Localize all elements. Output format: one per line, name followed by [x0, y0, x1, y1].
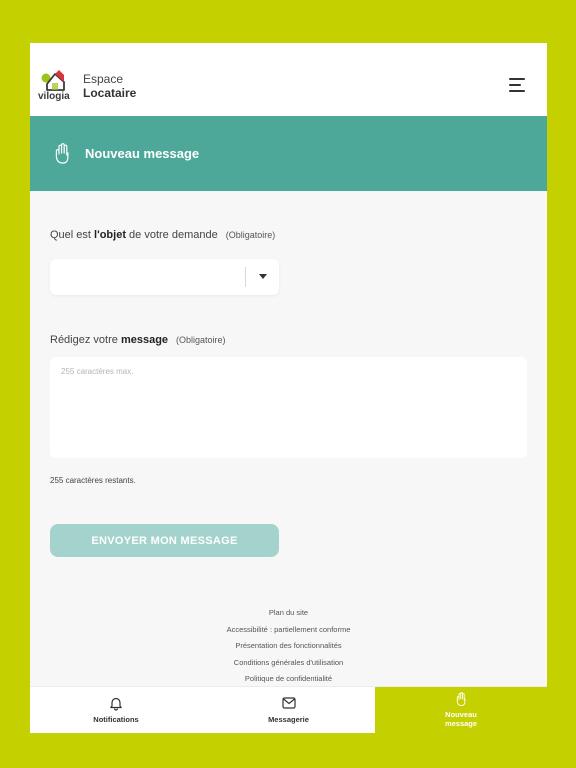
- characters-remaining: 255 caractères restants.: [50, 476, 136, 485]
- app-frame: ••• vilogia Espace Locataire Nouveau mes…: [30, 43, 547, 733]
- footer-links: Plan du site Accessibilité : partielleme…: [30, 607, 547, 690]
- tab-label-line2: message: [444, 719, 478, 728]
- subject-label-text: Quel est: [50, 229, 95, 241]
- brand-title-line2: Locataire: [83, 86, 137, 100]
- tab-label: Nouveau message: [375, 710, 547, 728]
- footer-link-features[interactable]: Présentation des fonctionnalités: [30, 640, 547, 657]
- footer-link-terms[interactable]: Conditions générales d'utilisation: [30, 657, 547, 674]
- required-hint: (Obligatoire): [176, 335, 226, 345]
- tab-messaging[interactable]: Messagerie: [202, 687, 375, 733]
- envelope-icon: [281, 697, 296, 709]
- select-divider: [245, 267, 246, 287]
- tab-label: Messagerie: [268, 715, 309, 724]
- bottom-tab-bar: Notifications Messagerie Nouveau message: [30, 686, 547, 733]
- hamburger-menu-button[interactable]: [509, 78, 527, 94]
- hand-icon: [456, 692, 466, 706]
- subject-label: Quel est l'objet de votre demande (Obliga…: [50, 229, 275, 241]
- footer-link-sitemap[interactable]: Plan du site: [30, 607, 547, 624]
- message-label-bold: message: [120, 334, 169, 346]
- menu-icon-bar: [509, 78, 525, 80]
- hand-icon: [55, 143, 69, 164]
- menu-icon-bar: [509, 84, 521, 86]
- send-message-button[interactable]: ENVOYER MON MESSAGE: [50, 524, 279, 557]
- tab-new-message[interactable]: Nouveau message: [375, 687, 547, 733]
- message-label: Rédigez votre message (Obligatoire): [50, 334, 226, 346]
- subject-select[interactable]: [50, 259, 279, 295]
- menu-icon-bar: [509, 90, 525, 92]
- subject-label-text-end: de votre demande: [125, 229, 218, 241]
- brand-title-line1: Espace: [83, 72, 124, 86]
- top-bar: vilogia Espace Locataire: [30, 43, 547, 116]
- page-title: Nouveau message: [85, 146, 200, 161]
- page-hero: Nouveau message: [30, 116, 547, 191]
- tab-notifications[interactable]: Notifications: [30, 687, 202, 733]
- bell-icon: [110, 697, 122, 711]
- message-label-text: Rédigez votre: [50, 334, 121, 346]
- tab-label-line1: Nouveau: [445, 710, 477, 719]
- chevron-down-icon: [259, 274, 267, 279]
- tab-label: Notifications: [93, 715, 139, 724]
- subject-label-bold: l'objet: [94, 229, 126, 241]
- message-textarea[interactable]: [50, 357, 527, 458]
- footer-link-accessibility[interactable]: Accessibilité : partiellement conforme: [30, 624, 547, 641]
- required-hint: (Obligatoire): [225, 230, 276, 240]
- logo-wordmark: vilogia: [38, 91, 70, 102]
